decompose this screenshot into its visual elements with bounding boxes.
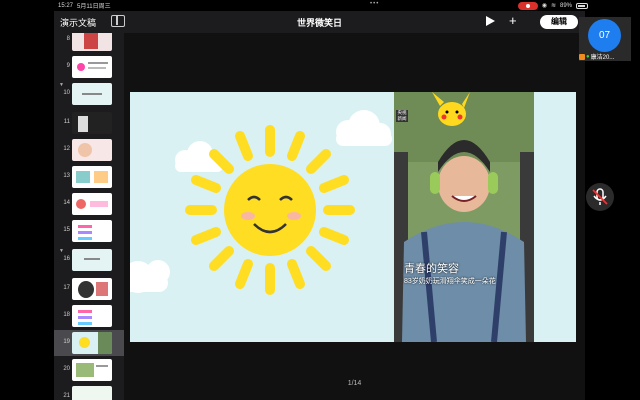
mic-icon: ● <box>586 53 590 60</box>
participant-tile[interactable]: 07 ● 康洁20... <box>579 17 631 61</box>
document-title: 世界微笑日 <box>296 18 342 28</box>
photo-caption-title: 青春的笑容 <box>404 262 459 275</box>
slide-thumb-14[interactable]: 14 <box>54 191 124 217</box>
edit-button[interactable]: 编辑 <box>540 15 578 29</box>
photo-logo: 央视新闻 <box>396 110 408 122</box>
presentation-app: 演示文稿 世界微笑日 + 编辑 8 9 ▼ 10 11 12 13 14 15 … <box>54 11 585 400</box>
news-photo: 央视新闻 青春的笑容 83岁奶奶玩滑翔伞笑成一朵花 <box>394 92 534 342</box>
slide-thumb-12[interactable]: 12 <box>54 137 124 163</box>
recording-indicator-icon <box>517 1 538 10</box>
slide-thumb-18[interactable]: 18 <box>54 303 124 329</box>
mic-muted-icon[interactable] <box>586 183 614 211</box>
slide-canvas[interactable]: 央视新闻 青春的笑容 83岁奶奶玩滑翔伞笑成一朵花 1/14 <box>124 33 585 400</box>
slide-thumb-17[interactable]: 17 <box>54 276 124 302</box>
sidebar-icon[interactable] <box>111 15 125 27</box>
slide-thumb-16[interactable]: ▼ 16 <box>54 247 124 273</box>
battery-icon <box>576 2 588 9</box>
plus-icon[interactable]: + <box>509 14 517 27</box>
slide-thumb-11[interactable]: 11 <box>54 110 124 136</box>
slide-thumb-13[interactable]: 13 <box>54 164 124 190</box>
cloud-icon <box>336 110 392 146</box>
current-slide[interactable]: 央视新闻 青春的笑容 83岁奶奶玩滑翔伞笑成一朵花 <box>130 92 576 342</box>
collapse-chevron-icon[interactable]: ▼ <box>59 82 64 88</box>
slide-thumb-10[interactable]: ▼ 10 <box>54 81 124 107</box>
participant-name: 康洁20... <box>590 55 615 61</box>
screen: 15:27 5月11日周三 ••• ◉ ≋ 89% 演示文稿 世界微笑日 + 编… <box>0 0 640 400</box>
status-date: 5月11日周三 <box>77 4 111 10</box>
status-time: 15:27 <box>58 2 74 9</box>
photo-caption-subtitle: 83岁奶奶玩滑翔伞笑成一朵花 <box>404 278 496 285</box>
signal-icon: ◉ <box>541 3 547 9</box>
wifi-icon: ≋ <box>550 3 556 9</box>
slide-thumb-21[interactable]: 21 <box>54 384 124 400</box>
sun-icon <box>224 164 316 256</box>
status-bar: 15:27 5月11日周三 ••• ◉ ≋ 89% <box>58 0 588 11</box>
toolbar: 演示文稿 世界微笑日 + 编辑 <box>54 11 585 33</box>
slide-navigator[interactable]: 8 9 ▼ 10 11 12 13 14 15 ▼ 16 17 18 19 20… <box>54 33 124 400</box>
host-badge-icon <box>579 53 585 60</box>
slide-thumb-19[interactable]: 19 <box>54 330 124 356</box>
slide-thumb-15[interactable]: 15 <box>54 218 124 244</box>
battery-percent: 89% <box>559 2 572 9</box>
multitask-dots-icon[interactable]: ••• <box>370 1 379 7</box>
play-icon[interactable] <box>486 16 495 26</box>
back-to-presentations-button[interactable]: 演示文稿 <box>60 16 96 29</box>
slide-thumb-9[interactable]: 9 <box>54 54 124 80</box>
slide-thumb-20[interactable]: 20 <box>54 357 124 383</box>
cloud-icon <box>130 260 170 293</box>
slide-counter: 1/14 <box>347 380 362 387</box>
slide-thumb-8[interactable]: 8 <box>54 33 124 53</box>
collapse-chevron-icon[interactable]: ▼ <box>59 248 64 254</box>
participant-avatar: 07 <box>588 19 621 52</box>
